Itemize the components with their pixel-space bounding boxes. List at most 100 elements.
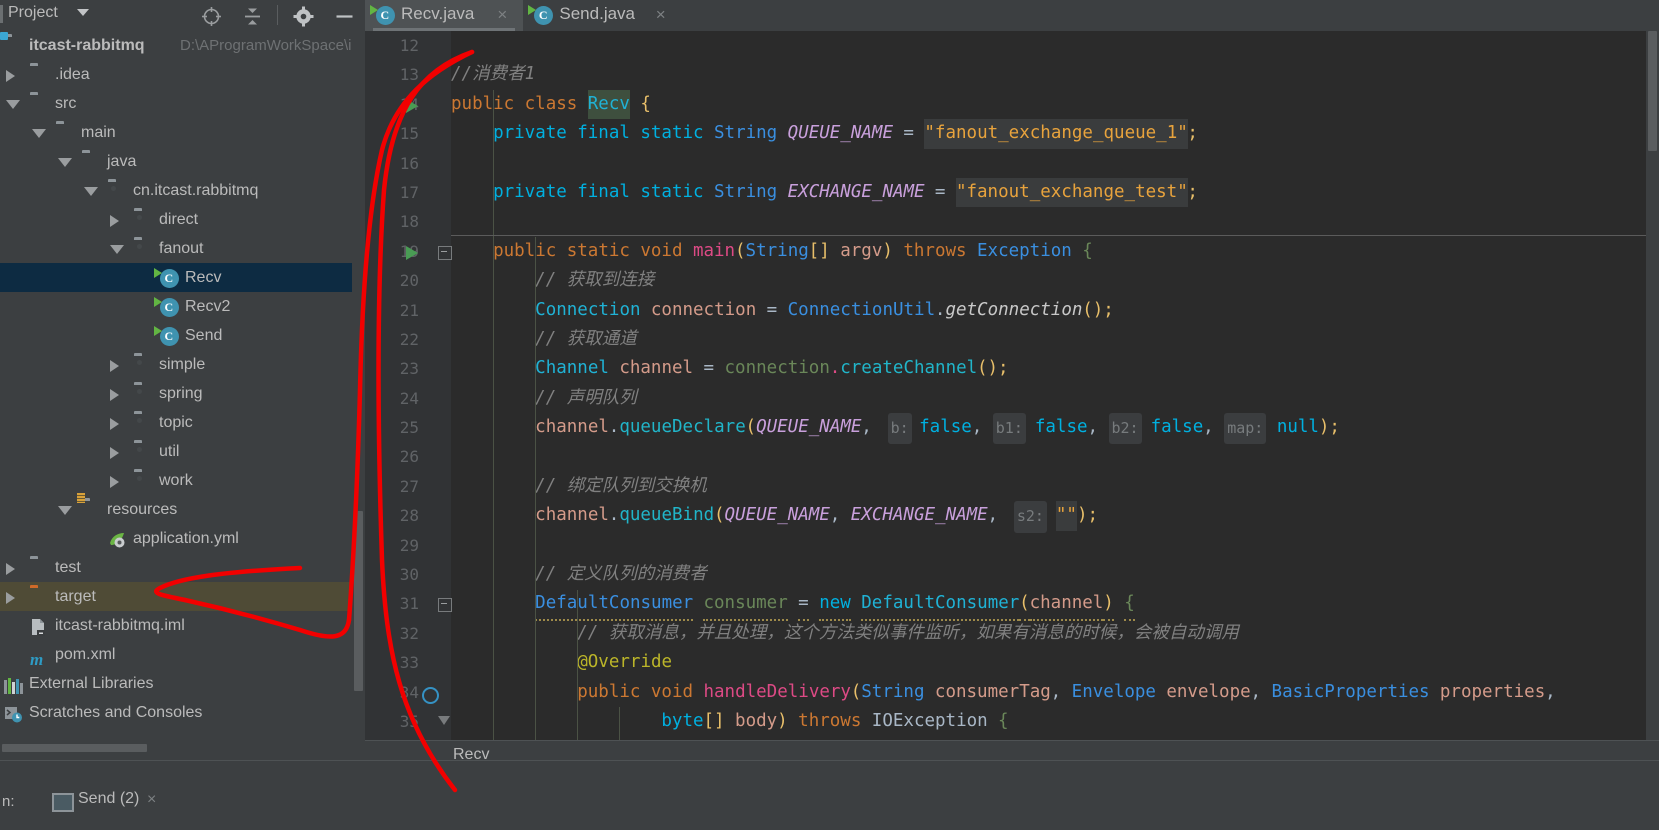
- tree-item-work[interactable]: work: [0, 466, 352, 495]
- code-line-35[interactable]: 35 byte[] body) throws IOException {: [365, 707, 1659, 736]
- tree-item-util[interactable]: util: [0, 437, 352, 466]
- tree-item-recv[interactable]: C Recv: [0, 263, 352, 292]
- editor-vertical-scrollbar[interactable]: [1646, 31, 1659, 740]
- code-line-12[interactable]: 12: [365, 31, 1659, 60]
- code-line-20[interactable]: 20 // 获取到连接: [365, 266, 1659, 295]
- code-fold-icon[interactable]: [438, 598, 452, 613]
- code-line-18[interactable]: 18: [365, 207, 1659, 236]
- tree-item-main[interactable]: main: [0, 118, 352, 147]
- tree-item-external-libraries[interactable]: External Libraries: [0, 669, 352, 698]
- tree-item-direct[interactable]: direct: [0, 205, 352, 234]
- code-fold-icon[interactable]: [438, 245, 452, 260]
- code-line-19[interactable]: 19 public static void main(String[] argv) thro…: [365, 237, 1659, 266]
- chevron-down-icon[interactable]: [77, 9, 89, 16]
- sidebar-scroll-thumb[interactable]: [354, 511, 363, 691]
- chevron-down-icon[interactable]: [32, 129, 46, 138]
- chevron-right-icon[interactable]: [110, 389, 119, 401]
- chevron-down-icon[interactable]: [84, 187, 98, 196]
- code-token: "fanout_exchange_test": [955, 177, 1188, 208]
- chevron-down-icon[interactable]: [58, 158, 72, 167]
- close-icon[interactable]: ×: [656, 5, 666, 25]
- code-line-16[interactable]: 16: [365, 149, 1659, 178]
- minimize-icon[interactable]: [331, 2, 358, 29]
- close-icon[interactable]: ×: [497, 5, 507, 25]
- chevron-down-icon[interactable]: [110, 245, 124, 254]
- code-token: ,: [971, 417, 983, 438]
- code-line-24[interactable]: 24 // 声明队列: [365, 384, 1659, 413]
- code-fold-end-icon[interactable]: [438, 715, 450, 725]
- code-line-14[interactable]: 14 public class Recv{: [365, 89, 1659, 120]
- code-line-26[interactable]: 26: [365, 442, 1659, 471]
- code-line-25[interactable]: 25 channel. queueDeclare(QUEUE_NAME, b: fals…: [365, 413, 1659, 445]
- code-token: false: [1034, 417, 1088, 438]
- code-line-30[interactable]: 30 // 定义队列的消费者: [365, 560, 1659, 589]
- close-icon[interactable]: ×: [147, 791, 156, 809]
- tree-item-java[interactable]: java: [0, 147, 352, 176]
- code-line-23[interactable]: 23 Channel channel = connection. createChanne…: [365, 354, 1659, 383]
- bottom-tab-label[interactable]: Send (2): [78, 790, 139, 808]
- tree-item-pom-xml[interactable]: m pom.xml: [0, 640, 352, 669]
- chevron-right-icon[interactable]: [110, 447, 119, 459]
- tree-item-target[interactable]: target: [0, 582, 352, 611]
- collapse-all-icon[interactable]: [239, 2, 266, 29]
- run-gutter-icon[interactable]: [406, 245, 418, 260]
- tree-item-topic[interactable]: topic: [0, 408, 352, 437]
- tree-item-idea[interactable]: .idea: [0, 60, 352, 89]
- code-line-29[interactable]: 29: [365, 531, 1659, 560]
- editor-area: C Recv.java × C Send.java × 12 13//消费者1 14 publi…: [365, 0, 1659, 830]
- chevron-right-icon[interactable]: [110, 215, 119, 227]
- tree-item-label: cn.itcast.rabbitmq: [133, 182, 259, 199]
- code-line-17[interactable]: 17 private final static String EXCHANGE_NAME =…: [365, 177, 1659, 208]
- tree-item-recv2[interactable]: C Recv2: [0, 292, 352, 321]
- code-line-15[interactable]: 15 private final static String QUEUE_NAME = "fa…: [365, 119, 1659, 149]
- tree-item-scratches-and-consoles[interactable]: Scratches and Consoles: [0, 698, 352, 727]
- locate-icon[interactable]: [198, 2, 225, 29]
- editor-tab-send-java[interactable]: C Send.java ×: [523, 0, 681, 31]
- code-line-22[interactable]: 22 // 获取通道: [365, 325, 1659, 354]
- project-tree[interactable]: itcast-rabbitmq D:\AProgramWorkSpace\ic .i…: [0, 31, 352, 741]
- tree-item-simple[interactable]: simple: [0, 350, 352, 379]
- run-gutter-icon[interactable]: [406, 98, 418, 113]
- chevron-right-icon[interactable]: [6, 592, 15, 604]
- settings-gear-icon[interactable]: [290, 2, 317, 29]
- chevron-down-icon[interactable]: [58, 506, 72, 515]
- tree-item-itcast-rabbitmq[interactable]: itcast-rabbitmq D:\AProgramWorkSpace\ic: [0, 31, 352, 60]
- chevron-right-icon[interactable]: [6, 563, 15, 575]
- code-line-27[interactable]: 27 // 绑定队列到交换机: [365, 472, 1659, 501]
- code-token: BasicProperties: [1271, 681, 1430, 702]
- code-line-13[interactable]: 13 //消费者1: [365, 60, 1659, 89]
- tree-item-resources[interactable]: resources: [0, 495, 352, 524]
- tree-item-cn-itcast-rabbitmq[interactable]: cn.itcast.rabbitmq: [0, 176, 352, 205]
- tree-item-fanout[interactable]: fanout: [0, 234, 352, 263]
- code-line-31[interactable]: 31 DefaultConsumer consumer = new DefaultCons…: [365, 589, 1659, 621]
- sidebar-horizontal-scrollbar[interactable]: [0, 742, 352, 753]
- code-token: void: [650, 681, 694, 702]
- editor-scroll-thumb[interactable]: [1648, 31, 1657, 151]
- tree-item-itcast-rabbitmq-iml[interactable]: itcast-rabbitmq.iml: [0, 611, 352, 640]
- code-line-21[interactable]: 21 Connection connection = ConnectionUtil. ge…: [365, 296, 1659, 325]
- tree-item-spring[interactable]: spring: [0, 379, 352, 408]
- tree-item-send[interactable]: C Send: [0, 321, 352, 350]
- overriding-method-icon[interactable]: [422, 686, 439, 704]
- code-line-33[interactable]: 33 @Override: [365, 648, 1659, 677]
- tree-item-application-yml[interactable]: application.yml: [0, 524, 352, 553]
- sidebar-hscroll-thumb[interactable]: [2, 744, 147, 752]
- code-line-34[interactable]: 34 public void handleDelivery(String consume…: [365, 678, 1659, 707]
- chevron-right-icon[interactable]: [110, 360, 119, 372]
- chevron-right-icon[interactable]: [6, 70, 15, 82]
- tree-item-src[interactable]: src: [0, 89, 352, 118]
- code-content[interactable]: 12 13//消费者1 14 public class Recv{15 private fin…: [365, 31, 1659, 830]
- code-token: null: [1276, 417, 1319, 438]
- chevron-right-icon[interactable]: [110, 476, 119, 488]
- code-line-32[interactable]: 32 // 获取消息，并且处理，这个方法类似事件监听，如果有消息的时候，会被自动调…: [365, 619, 1659, 648]
- code-token: []: [808, 240, 830, 261]
- code-token: String: [714, 181, 778, 202]
- sidebar-vertical-scrollbar[interactable]: [352, 31, 365, 741]
- code-token: ;: [1187, 123, 1198, 144]
- chevron-down-icon[interactable]: [6, 100, 20, 109]
- editor-tab-recv-java[interactable]: C Recv.java ×: [365, 0, 524, 31]
- tree-item-test[interactable]: test: [0, 553, 352, 582]
- package-icon: [134, 414, 152, 432]
- code-line-28[interactable]: 28 channel. queueBind(QUEUE_NAME, EXCHANGE_…: [365, 501, 1659, 533]
- chevron-right-icon[interactable]: [110, 418, 119, 430]
